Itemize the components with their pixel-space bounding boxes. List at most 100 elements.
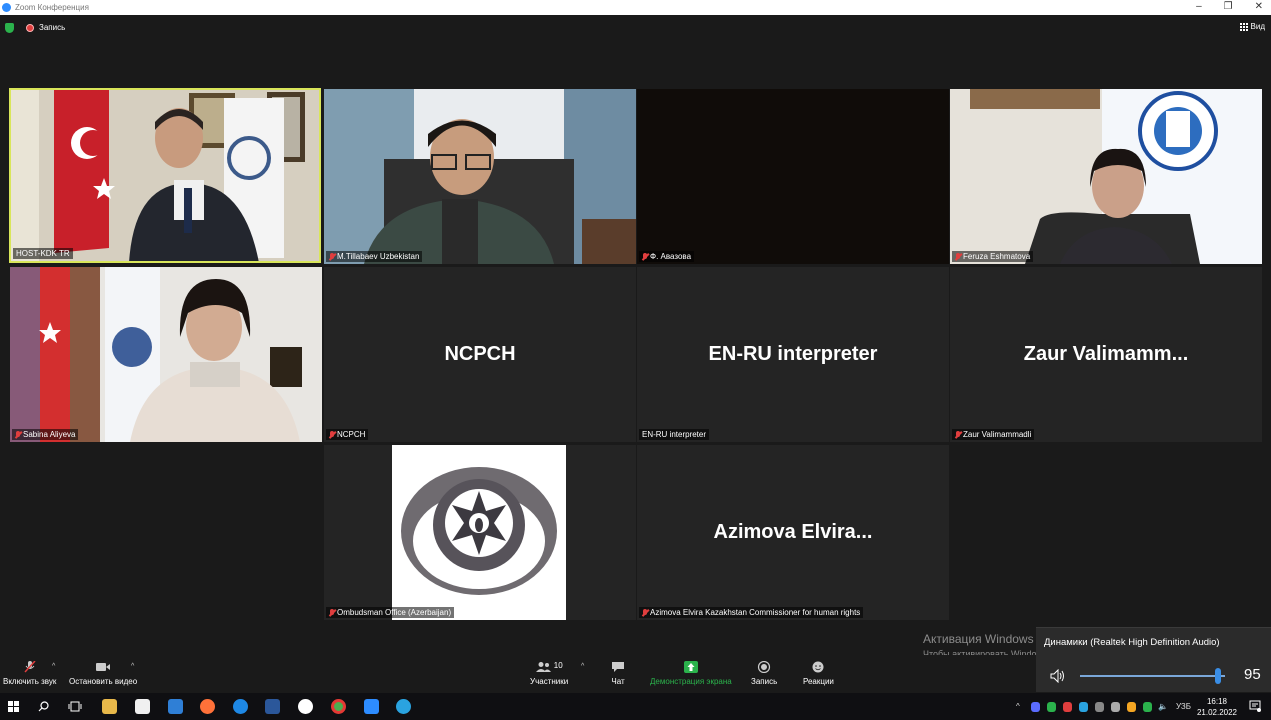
muted-mic-icon [329,608,335,617]
video-tile-valimammadli[interactable]: Zaur Valimamm... Zaur Valimammadli [950,267,1262,442]
notifications-icon[interactable] [1249,700,1261,712]
minimize-button[interactable]: – [1196,1,1202,12]
participant-name: NCPCH [326,429,369,440]
network-icon[interactable] [1111,702,1120,712]
tray-app-icon[interactable] [1063,702,1072,712]
video-tile-aliyeva[interactable]: Sabina Aliyeva [10,267,322,442]
participants-icon [535,662,551,672]
aliyeva-video-feed [10,267,322,442]
maximize-button[interactable]: ❐ [1224,1,1233,12]
tray-app-icon[interactable] [1047,702,1056,712]
video-tile-ombudsman-azerbaijan[interactable]: Ombudsman Office (Azerbaijan) [324,445,636,620]
participant-name: HOST-KDK TR [13,248,73,259]
avazova-video-feed [637,89,949,264]
audio-options-caret[interactable]: ^ [52,663,55,670]
participants-icon-row: 10 [530,661,568,673]
participant-display-name: Azimova Elvira... [713,521,873,543]
video-tile-tillabaev[interactable]: M.Tillabaev Uzbekistan [324,89,636,264]
muted-mic-icon [329,252,335,261]
video-tile-azimova[interactable]: Azimova Elvira... Azimova Elvira Kazakhs… [637,445,949,620]
unmute-button[interactable]: Включить звук [3,661,56,686]
language-indicator[interactable]: УЗБ [1176,702,1191,711]
word-icon[interactable] [265,699,280,714]
video-tile-ncpch[interactable]: NCPCH NCPCH [324,267,636,442]
eshmatova-video-feed [950,89,1262,264]
video-tile-host[interactable]: HOST-KDK TR [9,88,321,263]
tray-app-icon[interactable] [1031,702,1040,712]
grid-icon [1239,22,1248,31]
speaker-icon[interactable] [1050,669,1066,683]
stop-video-button[interactable]: Остановить видео [69,661,137,686]
host-video-feed [11,90,319,261]
share-screen-button[interactable]: Демонстрация экрана [650,661,732,686]
clock-time: 16:18 [1206,697,1227,706]
tray-app-icon[interactable] [1127,702,1136,712]
search-icon[interactable] [38,701,49,712]
chat-button[interactable]: Чат [610,661,626,686]
participant-name: Sabina Aliyeva [12,429,79,440]
volume-flyout: Динамики (Realtek High Definition Audio)… [1036,627,1271,692]
file-explorer-icon[interactable] [102,699,117,714]
video-tile-eshmatova[interactable]: Feruza Eshmatova [950,89,1262,264]
participant-name: Ф. Авазова [639,251,695,262]
clock[interactable]: 16:18 21.02.2022 [1197,696,1237,718]
record-button[interactable]: Запись [751,661,777,686]
volume-level: 95 [1244,666,1261,683]
video-camera-icon [96,663,111,671]
window-titlebar: Zoom Конференция – ❐ ✕ [0,0,1271,15]
view-label: Вид [1250,22,1265,31]
participant-name: M.Tillabaev Uzbekistan [326,251,423,262]
chrome-icon[interactable] [331,699,346,714]
participants-button[interactable]: 10 Участники [530,661,568,686]
participant-name: Zaur Valimammadli [952,429,1035,440]
tray-app-icon[interactable] [1095,702,1104,712]
recording-icon [26,24,34,32]
reactions-button[interactable]: Реакции [803,661,834,686]
windows-taskbar: ^ 🔈 УЗБ 16:18 21.02.2022 [0,693,1271,720]
share-screen-label: Демонстрация экрана [650,677,732,686]
yandex-browser-icon[interactable] [298,699,313,714]
participant-display-name: NCPCH [444,343,516,365]
participants-count: 10 [553,661,563,670]
share-screen-icon [683,661,698,673]
window-title: Zoom Конференция [15,3,89,12]
record-icon [758,661,771,673]
tillabaev-video-feed [324,89,636,264]
volume-tray-icon[interactable]: 🔈 [1158,702,1168,711]
tray-app-icon[interactable] [1079,702,1088,712]
mail-icon[interactable] [168,699,183,714]
telegram-icon[interactable] [396,699,411,714]
video-options-caret[interactable]: ^ [131,663,134,670]
reactions-label: Реакции [803,677,834,686]
muted-mic-icon [642,252,648,261]
audio-device-name[interactable]: Динамики (Realtek High Definition Audio) [1044,637,1220,648]
zoom-taskbar-icon[interactable] [364,699,379,714]
volume-slider-thumb[interactable] [1214,668,1221,684]
task-view-icon[interactable] [68,701,82,712]
participant-display-name: Zaur Valimamm... [1023,343,1189,365]
firefox-icon[interactable] [200,699,215,714]
windows-start-icon[interactable] [8,701,19,712]
tray-app-icon[interactable] [1143,702,1152,712]
muted-mic-icon [329,430,335,439]
recording-label[interactable]: Запись [39,23,65,32]
chat-label: Чат [611,677,625,686]
shield-icon[interactable] [5,23,14,33]
close-button[interactable]: ✕ [1255,1,1263,12]
view-button[interactable]: Вид [1239,22,1265,31]
participants-options-caret[interactable]: ^ [581,663,584,670]
video-tile-interpreter[interactable]: EN-RU interpreter EN-RU interpreter [637,267,949,442]
participant-name: Azimova Elvira Kazakhstan Commissioner f… [639,607,864,618]
participant-name: EN-RU interpreter [639,429,710,440]
window-controls: – ❐ ✕ [1196,1,1263,12]
reactions-icon [812,661,824,673]
edge-icon[interactable] [233,699,248,714]
video-tile-avazova[interactable]: Ф. Авазова [637,89,949,264]
tray-chevron-icon[interactable]: ^ [1016,702,1020,711]
volume-slider-track[interactable] [1080,675,1225,677]
chat-icon [612,662,624,672]
store-icon[interactable] [135,699,150,714]
participant-name: Feruza Eshmatova [952,251,1034,262]
record-label: Запись [751,677,778,686]
participant-name: Ombudsman Office (Azerbaijan) [326,607,455,618]
